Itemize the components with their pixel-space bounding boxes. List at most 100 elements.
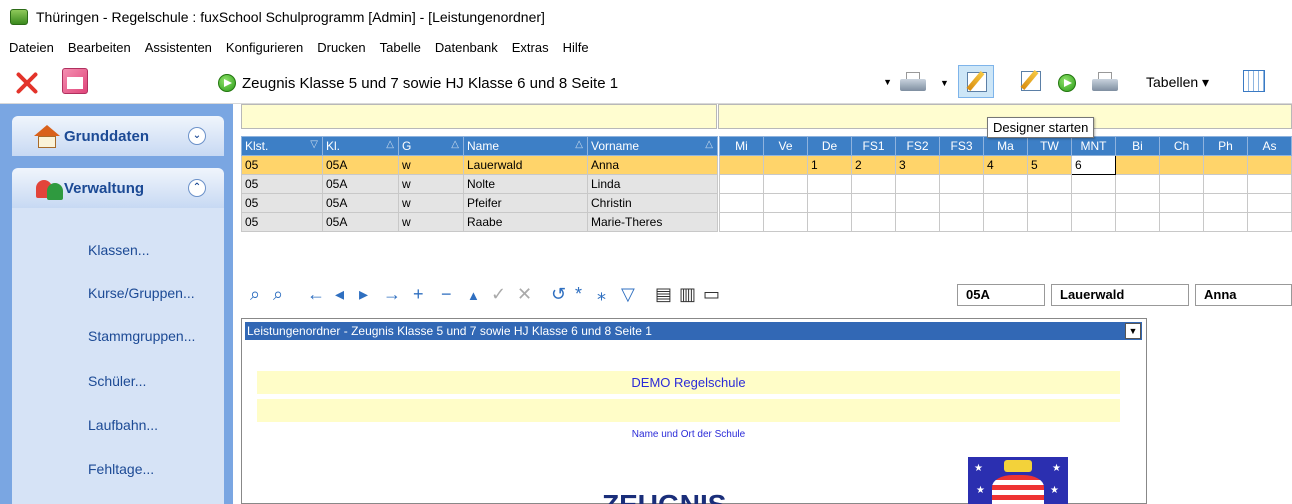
grade-cell[interactable] bbox=[983, 212, 1028, 232]
grade-cell[interactable]: 3 bbox=[895, 155, 940, 175]
menu-dateien[interactable]: Dateien bbox=[9, 40, 54, 55]
search-icon[interactable]: ⌕ bbox=[250, 284, 260, 305]
table-row[interactable] bbox=[719, 174, 1292, 194]
search-next-icon[interactable]: ⌕ bbox=[273, 284, 283, 305]
filter-row[interactable] bbox=[241, 104, 717, 129]
table-cell[interactable]: Raabe bbox=[463, 212, 588, 232]
grade-cell[interactable] bbox=[1115, 174, 1160, 194]
grade-cell[interactable] bbox=[939, 174, 984, 194]
table-cell[interactable]: 05A bbox=[322, 193, 399, 213]
column-header[interactable]: Ve bbox=[763, 136, 808, 156]
table-cell[interactable]: Nolte bbox=[463, 174, 588, 194]
column-header[interactable]: Ma bbox=[983, 136, 1028, 156]
column-header[interactable]: As bbox=[1247, 136, 1292, 156]
column-header[interactable]: MNT bbox=[1071, 136, 1116, 156]
grade-cell[interactable] bbox=[1115, 212, 1160, 232]
grade-cell[interactable] bbox=[807, 212, 852, 232]
grade-cell[interactable] bbox=[1203, 155, 1248, 175]
grade-cell[interactable] bbox=[895, 212, 940, 232]
table-cell[interactable]: Christin bbox=[587, 193, 718, 213]
sidebar-item-stammgruppen[interactable]: Stammgruppen... bbox=[88, 328, 195, 344]
expand-icon[interactable]: ⌄ bbox=[188, 127, 206, 145]
menu-hilfe[interactable]: Hilfe bbox=[563, 40, 589, 55]
grade-cell[interactable] bbox=[1203, 174, 1248, 194]
column-header[interactable]: TW bbox=[1027, 136, 1072, 156]
prev-record-icon[interactable]: ◂ bbox=[335, 284, 344, 305]
tabellen-button[interactable]: Tabellen ▾ bbox=[1146, 74, 1209, 91]
column-header[interactable]: Mi bbox=[719, 136, 764, 156]
table-cell[interactable]: w bbox=[398, 212, 464, 232]
delete-record-icon[interactable]: − bbox=[441, 284, 452, 305]
grade-cell[interactable] bbox=[1159, 155, 1204, 175]
designer-button[interactable] bbox=[958, 65, 994, 98]
close-icon[interactable] bbox=[12, 68, 42, 98]
refresh-icon[interactable]: ↺ bbox=[551, 284, 566, 305]
grade-cell[interactable] bbox=[1071, 193, 1116, 213]
grade-cell[interactable] bbox=[763, 174, 808, 194]
grade-cell[interactable] bbox=[1071, 174, 1116, 194]
table-cell[interactable]: w bbox=[398, 174, 464, 194]
grade-cell[interactable] bbox=[719, 174, 764, 194]
layout-icon[interactable]: ▤ bbox=[655, 284, 672, 305]
table-row[interactable]: 05 05A w Nolte Linda bbox=[241, 174, 718, 194]
table-grid-icon[interactable] bbox=[1243, 70, 1265, 92]
grade-cell[interactable] bbox=[719, 155, 764, 175]
sidebar-item-fehltage[interactable]: Fehltage... bbox=[88, 461, 154, 477]
grade-cell[interactable] bbox=[895, 193, 940, 213]
next-record-icon[interactable]: ▸ bbox=[359, 284, 368, 305]
table-cell[interactable]: Lauerwald bbox=[463, 155, 588, 175]
menu-datenbank[interactable]: Datenbank bbox=[435, 40, 498, 55]
sidebar-section-grunddaten[interactable]: Grunddaten ⌄ bbox=[12, 116, 224, 156]
grade-cell[interactable] bbox=[1247, 212, 1292, 232]
table-row[interactable]: 05 05A w Raabe Marie-Theres bbox=[241, 212, 718, 232]
sidebar-item-schueler[interactable]: Schüler... bbox=[88, 373, 146, 389]
filter-asterisk-icon[interactable]: ⁎ bbox=[597, 284, 606, 305]
menu-konfigurieren[interactable]: Konfigurieren bbox=[226, 40, 303, 55]
grade-cell[interactable] bbox=[983, 174, 1028, 194]
collapse-icon[interactable]: ⌃ bbox=[188, 179, 206, 197]
layout-icon[interactable]: ▭ bbox=[703, 284, 720, 305]
menu-extras[interactable]: Extras bbox=[512, 40, 549, 55]
grade-cell[interactable] bbox=[807, 174, 852, 194]
grade-cell[interactable]: 6 bbox=[1071, 155, 1116, 175]
grade-cell[interactable] bbox=[1247, 193, 1292, 213]
grade-cell[interactable] bbox=[763, 155, 808, 175]
column-header[interactable]: Name △ bbox=[463, 136, 588, 156]
grade-cell[interactable] bbox=[1159, 174, 1204, 194]
table-cell[interactable]: 05A bbox=[322, 212, 399, 232]
printer-icon[interactable] bbox=[1092, 72, 1118, 94]
edit-record-icon[interactable]: ▲ bbox=[467, 288, 480, 303]
grade-cell[interactable] bbox=[851, 174, 896, 194]
grade-cell[interactable] bbox=[939, 212, 984, 232]
table-cell[interactable]: 05 bbox=[241, 174, 323, 194]
table-cell[interactable]: w bbox=[398, 193, 464, 213]
table-row[interactable]: 05 05A w Lauerwald Anna bbox=[241, 155, 718, 175]
grade-cell[interactable] bbox=[1203, 212, 1248, 232]
first-record-icon[interactable]: ← bbox=[307, 284, 325, 305]
grade-cell[interactable] bbox=[1247, 174, 1292, 194]
grade-cell[interactable] bbox=[983, 193, 1028, 213]
table-cell[interactable]: w bbox=[398, 155, 464, 175]
column-header[interactable]: Vorname △ bbox=[587, 136, 718, 156]
table-row[interactable]: 123 456 bbox=[719, 155, 1292, 175]
table-row[interactable]: 05 05A w Pfeifer Christin bbox=[241, 193, 718, 213]
grade-cell[interactable] bbox=[851, 193, 896, 213]
grade-cell[interactable] bbox=[1027, 174, 1072, 194]
grade-cell[interactable]: 1 bbox=[807, 155, 852, 175]
grade-cell[interactable] bbox=[1115, 193, 1160, 213]
run-icon[interactable] bbox=[1058, 74, 1076, 92]
column-header[interactable]: Ph bbox=[1203, 136, 1248, 156]
post-record-icon[interactable]: ✓ bbox=[491, 284, 506, 305]
sidebar-item-kurse-gruppen[interactable]: Kurse/Gruppen... bbox=[88, 285, 195, 301]
grade-cell[interactable] bbox=[1159, 212, 1204, 232]
sidebar-item-laufbahn[interactable]: Laufbahn... bbox=[88, 417, 158, 433]
table-cell[interactable]: Pfeifer bbox=[463, 193, 588, 213]
chevron-down-icon[interactable]: ▼ bbox=[1125, 323, 1141, 339]
grade-cell[interactable] bbox=[1159, 193, 1204, 213]
grade-cell[interactable] bbox=[1071, 212, 1116, 232]
printer-preview-icon[interactable] bbox=[900, 72, 926, 94]
sidebar-item-klassen[interactable]: Klassen... bbox=[88, 242, 149, 258]
filter-icon[interactable]: ▽ bbox=[621, 284, 635, 305]
column-header[interactable]: FS3 bbox=[939, 136, 984, 156]
report-select[interactable]: Zeugnis Klasse 5 und 7 sowie HJ Klasse 6… bbox=[242, 72, 892, 94]
